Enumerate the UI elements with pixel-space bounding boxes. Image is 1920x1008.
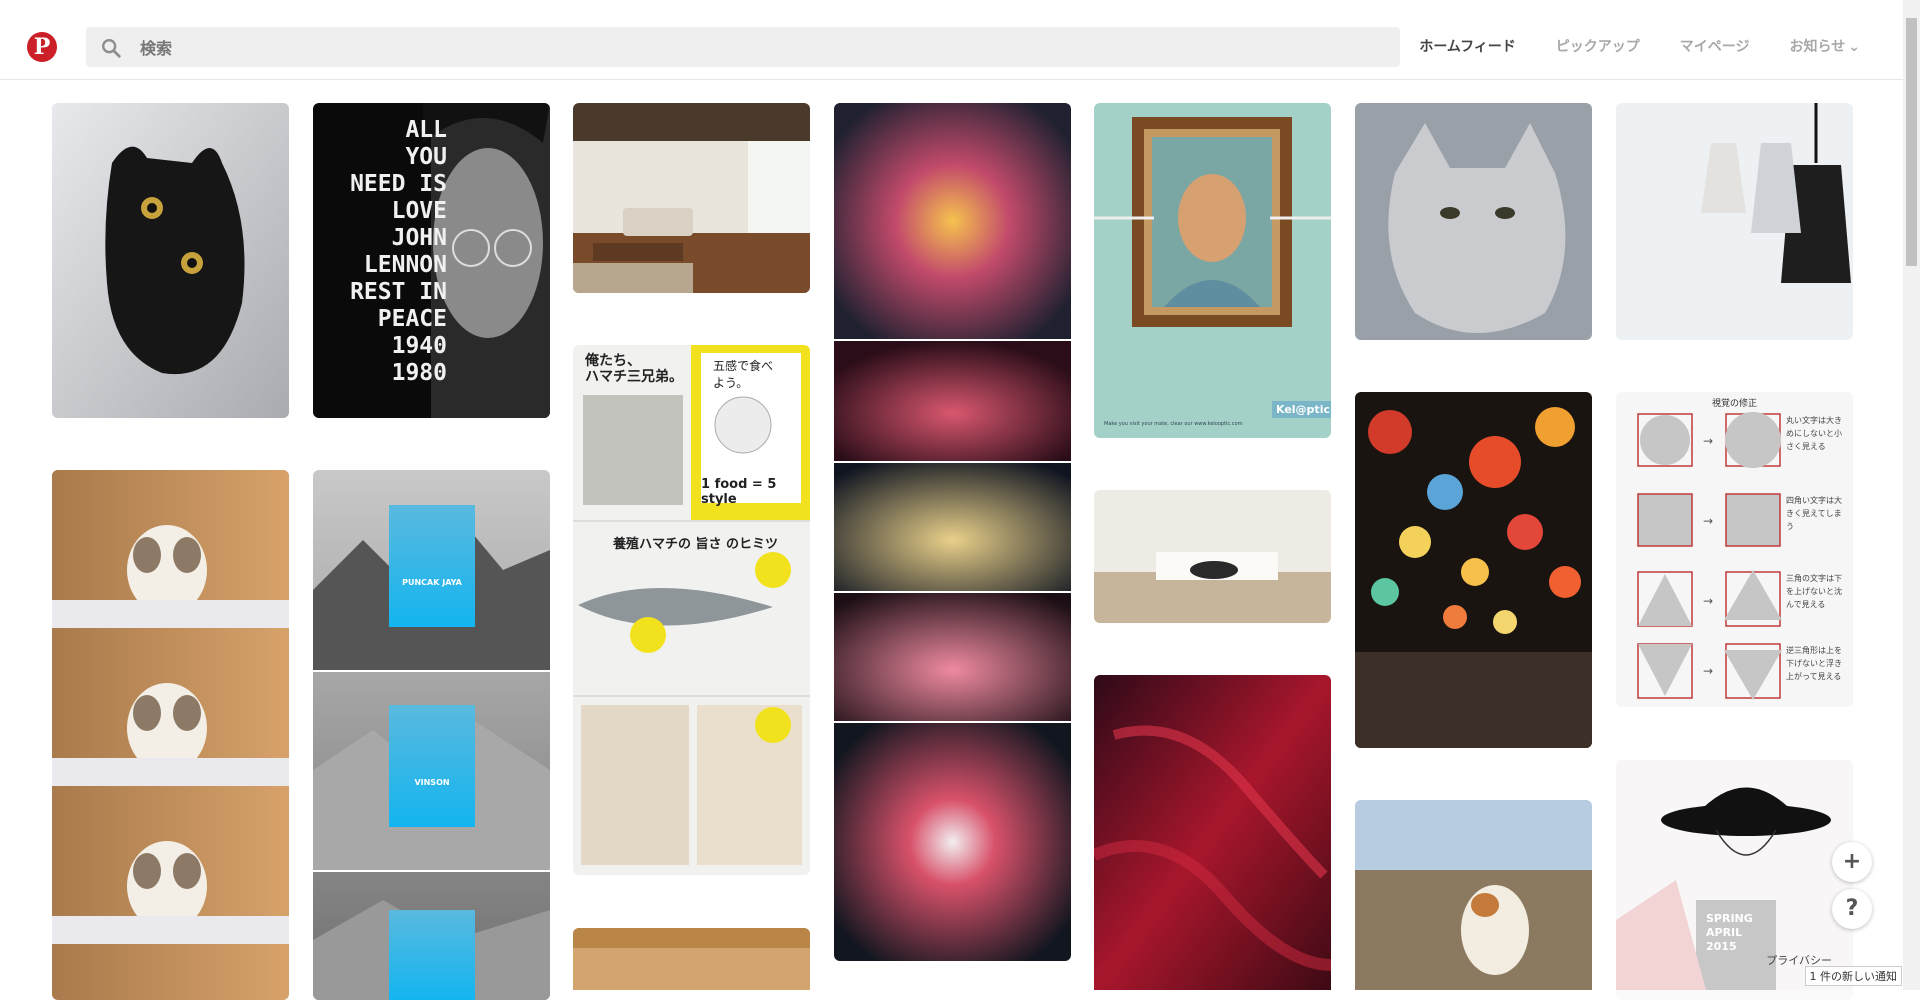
magazine-tagline: 五感で食べよう。	[713, 359, 774, 390]
pin-black-cat[interactable]	[52, 103, 289, 418]
top-bar: P ホームフィード ピックアップ マイページ お知らせ⌄	[0, 0, 1920, 80]
pin-shape-corrections[interactable]: 視覚の修正 → → → → 丸い文字は大きめにしないと小さく見える 四角い文字は大き…	[1616, 392, 1853, 707]
lennon-line: YOU	[405, 144, 447, 170]
pin-interior-partial[interactable]	[573, 928, 810, 1008]
pin-cat-sequence[interactable]	[52, 470, 289, 1000]
pin-lanterns[interactable]	[1355, 392, 1592, 748]
lennon-line: NEED IS	[350, 171, 447, 197]
search-icon	[102, 39, 121, 58]
shape-note-1: 丸い文字は大きめにしないと小さく見える	[1786, 416, 1842, 451]
vangogh-caption: Make you visit your mate, clear our www.…	[1104, 421, 1243, 427]
pin-living-room[interactable]	[573, 103, 810, 293]
scrollbar-thumb[interactable]	[1906, 18, 1917, 266]
lennon-line: ALL	[405, 117, 447, 143]
keloptic-logo: Kel@ptic	[1272, 401, 1331, 418]
add-pin-button[interactable]: +	[1832, 842, 1872, 882]
pin-john-lennon[interactable]: ALL YOU NEED IS LOVE JOHN LENNON REST IN…	[313, 103, 550, 418]
pin-mountain-posters[interactable]: PUNCAK JAYA VINSON	[313, 470, 550, 1000]
nav-notifications[interactable]: お知らせ ⌄	[1790, 36, 1860, 56]
lennon-text: ALL YOU NEED IS LOVE JOHN LENNON REST IN…	[337, 117, 447, 387]
pin-grey-cat[interactable]	[1355, 103, 1592, 340]
lennon-line: PEACE	[377, 306, 447, 332]
page-scrollbar[interactable]	[1903, 0, 1920, 990]
magazine-headline-2: ハマチ三兄弟。	[585, 369, 683, 385]
pin-van-gogh-glasses[interactable]: Kel@ptic Make you visit your mate, clear…	[1094, 103, 1331, 438]
lennon-line: 1940	[391, 333, 447, 359]
magazine-headline: 俺たち、 ハマチ三兄弟。	[585, 353, 683, 385]
svg-text:→: →	[1703, 664, 1713, 678]
nav-home-feed[interactable]: ホームフィード	[1419, 36, 1515, 56]
mountain-label-2: VINSON	[414, 778, 450, 787]
pin-pendant-lamps[interactable]	[1616, 103, 1853, 340]
shape-note-4: 逆三角形は上を下げないと浮き上がって見える	[1786, 646, 1842, 681]
nav-my-page[interactable]: マイページ	[1680, 36, 1750, 56]
svg-text:→: →	[1703, 594, 1713, 608]
search-input[interactable]	[138, 27, 1342, 69]
new-notification-toast[interactable]: 1 件の新しい通知	[1804, 966, 1902, 986]
pin-red-texture[interactable]	[1094, 675, 1331, 1005]
search-bar[interactable]	[86, 27, 1400, 69]
help-button[interactable]: ?	[1832, 889, 1872, 929]
manga-text: SPRING APRIL 2015	[1706, 912, 1753, 953]
svg-text:→: →	[1703, 514, 1713, 528]
lennon-line: JOHN	[391, 225, 447, 251]
pinterest-logo-icon[interactable]: P	[27, 32, 57, 62]
lennon-line: LENNON	[363, 252, 447, 278]
magazine-brand: 1 food = 5 style	[701, 477, 777, 507]
pin-fireplace-room[interactable]	[1094, 490, 1331, 623]
magazine-section: 養殖ハマチの 旨さ のヒミツ	[613, 537, 779, 552]
nav-pickup[interactable]: ピックアップ	[1556, 36, 1640, 56]
magazine-headline-1: 俺たち、	[585, 353, 641, 369]
chevron-down-icon: ⌄	[1848, 39, 1860, 55]
lennon-line: LOVE	[391, 198, 447, 224]
top-nav: ホームフィード ピックアップ マイページ お知らせ ⌄	[1419, 36, 1860, 56]
shape-note-2: 四角い文字は大きく見えてしまう	[1786, 496, 1842, 531]
nav-notifications-label: お知らせ	[1789, 39, 1846, 55]
svg-text:→: →	[1703, 434, 1713, 448]
pin-hamachi-magazine[interactable]: 俺たち、 ハマチ三兄弟。 五感で食べよう。 1 food = 5 style 養…	[573, 345, 810, 875]
pin-calico-cat[interactable]	[1355, 800, 1592, 1000]
pin-fractal-flowers[interactable]	[834, 103, 1071, 961]
shape-note-3: 三角の文字は下を上げないと沈んで見える	[1786, 574, 1842, 609]
lennon-line: 1980	[391, 360, 447, 386]
mountain-label-1: PUNCAK JAYA	[402, 578, 462, 587]
lennon-line: REST IN	[350, 279, 447, 305]
